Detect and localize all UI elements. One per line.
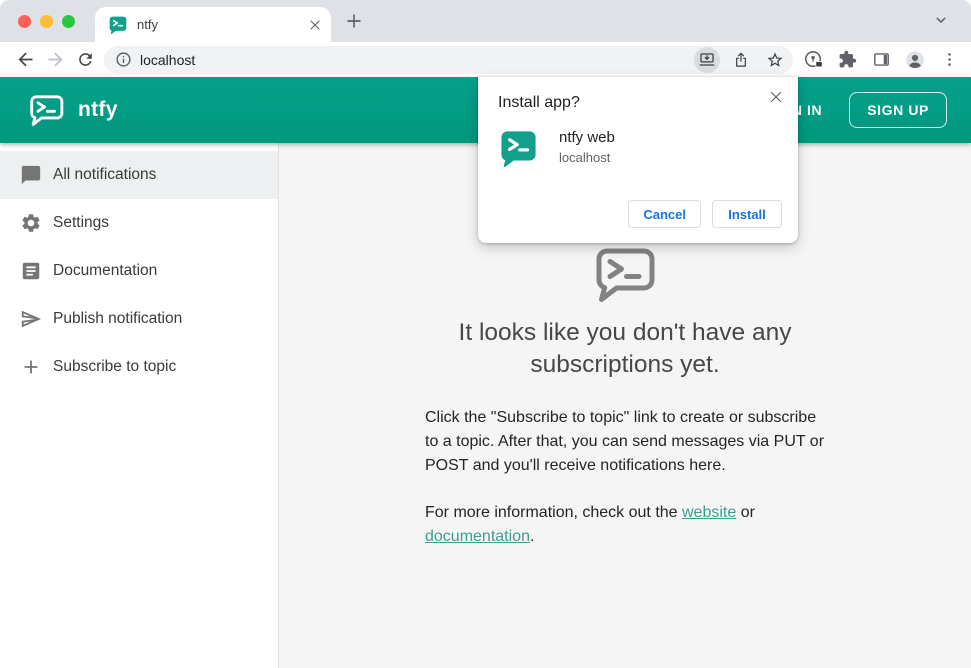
tab-strip: ntfy bbox=[0, 0, 971, 42]
dialog-close-icon[interactable] bbox=[767, 88, 785, 106]
reload-icon[interactable] bbox=[70, 45, 100, 75]
dialog-title: Install app? bbox=[498, 94, 580, 111]
share-icon[interactable] bbox=[728, 47, 754, 73]
sidebar: All notifications Settings Documentation… bbox=[0, 143, 279, 668]
dialog-app-origin: localhost bbox=[559, 150, 611, 165]
chat-bubble-icon bbox=[21, 165, 41, 185]
sidebar-item-settings[interactable]: Settings bbox=[0, 199, 278, 247]
sidebar-item-label: All notifications bbox=[53, 166, 157, 183]
brand-title: ntfy bbox=[78, 98, 118, 121]
empty-state-info: For more information, check out the webs… bbox=[425, 501, 825, 549]
info-text: For more information, check out the bbox=[425, 503, 682, 521]
address-bar[interactable]: localhost bbox=[104, 45, 793, 74]
forward-icon[interactable] bbox=[40, 45, 70, 75]
password-manager-icon[interactable] bbox=[799, 46, 827, 74]
website-link[interactable]: website bbox=[682, 504, 736, 521]
maximize-window-button[interactable] bbox=[62, 15, 75, 28]
tab-close-icon[interactable] bbox=[307, 17, 323, 33]
site-info-icon[interactable] bbox=[115, 51, 132, 68]
sidebar-item-label: Subscribe to topic bbox=[53, 358, 177, 375]
empty-state-heading: It looks like you don't have any subscrip… bbox=[458, 319, 792, 379]
documentation-link[interactable]: documentation bbox=[425, 528, 530, 545]
profile-avatar-icon[interactable] bbox=[901, 46, 929, 74]
article-icon bbox=[22, 262, 40, 280]
install-app-icon[interactable] bbox=[694, 46, 720, 73]
menu-kebab-icon[interactable] bbox=[935, 46, 963, 74]
extensions-puzzle-icon[interactable] bbox=[833, 46, 861, 74]
send-icon bbox=[21, 310, 42, 328]
tab-search-chevron-icon[interactable] bbox=[931, 10, 951, 30]
window-controls bbox=[18, 15, 75, 28]
close-window-button[interactable] bbox=[18, 15, 31, 28]
bookmark-star-icon[interactable] bbox=[762, 47, 788, 73]
sidebar-item-label: Publish notification bbox=[53, 310, 183, 327]
ntfy-app-icon bbox=[499, 129, 538, 169]
empty-state-paragraph: Click the "Subscribe to topic" link to c… bbox=[425, 408, 825, 474]
ntfy-logo-icon bbox=[30, 94, 64, 126]
sidebar-item-all-notifications[interactable]: All notifications bbox=[0, 151, 278, 199]
install-app-dialog: Install app? ntfy web localhost Cancel I… bbox=[478, 77, 798, 243]
url-text: localhost bbox=[140, 51, 196, 68]
browser-window: ntfy localhost ntfy IN SIGN UP All notif… bbox=[0, 0, 971, 668]
toolbar-extensions-area bbox=[799, 46, 963, 74]
back-icon[interactable] bbox=[10, 45, 40, 75]
minimize-window-button[interactable] bbox=[40, 15, 53, 28]
sidebar-item-publish-notification[interactable]: Publish notification bbox=[0, 295, 278, 343]
dialog-app-info: ntfy web localhost bbox=[498, 128, 782, 169]
sign-up-button[interactable]: SIGN UP bbox=[849, 92, 947, 128]
install-button[interactable]: Install bbox=[712, 200, 782, 228]
new-tab-icon[interactable] bbox=[343, 10, 365, 32]
sidebar-item-documentation[interactable]: Documentation bbox=[0, 247, 278, 295]
tab-title: ntfy bbox=[137, 17, 158, 32]
info-text: . bbox=[529, 527, 535, 545]
plus-icon bbox=[24, 360, 38, 374]
dialog-app-name: ntfy web bbox=[559, 129, 615, 146]
gear-icon bbox=[22, 214, 40, 232]
cancel-button[interactable]: Cancel bbox=[628, 200, 701, 228]
info-text: or bbox=[736, 503, 755, 521]
sidebar-item-label: Documentation bbox=[53, 262, 158, 279]
side-panel-icon[interactable] bbox=[867, 46, 895, 74]
browser-tab-ntfy[interactable]: ntfy bbox=[95, 7, 331, 42]
ntfy-favicon-icon bbox=[108, 15, 128, 35]
browser-toolbar: localhost bbox=[0, 42, 971, 77]
sidebar-item-label: Settings bbox=[53, 214, 110, 231]
sidebar-item-subscribe-to-topic[interactable]: Subscribe to topic bbox=[0, 343, 278, 391]
ntfy-empty-state-logo-icon bbox=[593, 246, 657, 304]
